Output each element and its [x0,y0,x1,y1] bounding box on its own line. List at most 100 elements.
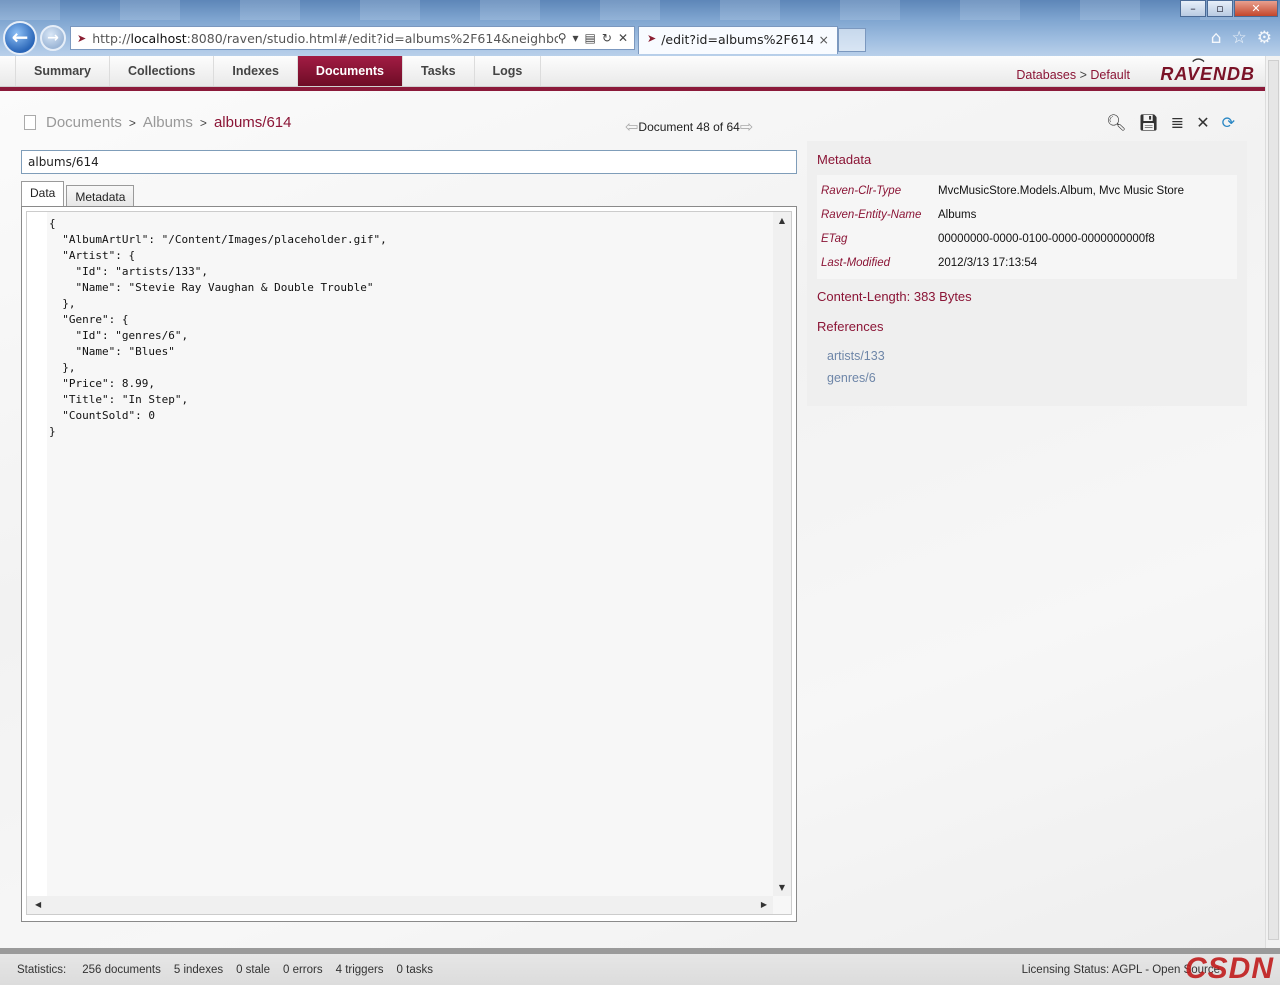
tools-gear-icon[interactable]: ⚙ [1257,28,1272,48]
search-icon[interactable]: ⚲ [558,31,567,45]
metadata-key: Raven-Entity-Name [821,209,922,221]
content-length: Content-Length: 383 Bytes [817,289,972,304]
scroll-down-icon[interactable]: ▼ [773,883,791,892]
metadata-key: Last-Modified [821,257,891,269]
scroll-up-icon[interactable]: ▲ [773,216,791,225]
json-code[interactable]: { "AlbumArtUrl": "/Content/Images/placeh… [49,216,769,440]
document-pager: ⇦ Document 48 of 64 ⇨ [625,117,753,137]
reformat-icon[interactable]: ≣ [1171,113,1184,132]
scroll-left-icon[interactable]: ◀ [35,900,41,909]
metadata-row: Last-Modified 2012/3/13 17:13:54 [821,251,1233,275]
metadata-row: Raven-Entity-Name Albums [821,203,1233,227]
document-editor-page: Documents > Albums > albums/614 ⇦ Docume… [0,91,1265,948]
refresh-icon[interactable]: ↻ [602,31,612,45]
reference-link[interactable]: genres/6 [827,371,876,385]
forward-arrow-icon: → [47,30,59,46]
page-vertical-scrollbar[interactable] [1265,56,1280,948]
search-icon[interactable]: 🔍︎ [1106,113,1126,132]
raven-favicon-icon: ➤ [77,31,87,45]
references-title: References [817,319,884,334]
watermark-logo: CSDN [1184,952,1274,985]
stat-documents: 256 documents [82,964,161,976]
document-subtabs: Data Metadata [21,181,136,207]
tab-documents[interactable]: Documents [296,56,402,86]
breadcrumb-documents[interactable]: Documents [46,114,122,131]
raven-bird-icon: ⌒ [1192,58,1206,72]
scroll-right-icon[interactable]: ▶ [761,900,767,909]
tab-tasks[interactable]: Tasks [402,56,474,86]
breadcrumb-sep: > [128,115,136,130]
save-icon[interactable]: 💾︎ [1138,113,1158,132]
tab-favicon-icon: ➤ [647,32,657,45]
tab-logs[interactable]: Logs [473,56,542,86]
browser-toolbar-icons: ⌂ ☆ ⚙ [1211,28,1272,48]
maximize-button[interactable]: ▫ [1207,0,1233,17]
document-toolbar: 🔍︎ 💾︎ ≣ ✕ ⟳ [1106,113,1235,132]
previous-document-arrow-icon[interactable]: ⇦ [625,117,638,137]
back-arrow-icon: ← [11,25,29,49]
document-position: Document 48 of 64 [638,120,740,134]
metadata-title: Metadata [817,152,872,167]
metadata-key: ETag [821,233,848,245]
json-editor[interactable]: { "AlbumArtUrl": "/Content/Images/placeh… [26,211,792,915]
delete-icon[interactable]: ✕ [1196,113,1209,132]
dropdown-chevron-icon[interactable]: ▾ [573,31,579,45]
minimize-button[interactable]: – [1180,0,1206,17]
studio-nav-bar: Summary Collections Indexes Documents Ta… [0,56,1265,87]
back-button[interactable]: ← [3,21,37,55]
database-breadcrumb: Databases > Default [1016,68,1130,82]
database-name-link[interactable]: Default [1090,68,1130,82]
database-crumb-sep: > [1079,68,1087,82]
reference-link[interactable]: artists/133 [827,349,885,363]
metadata-value: 00000000-0000-0100-0000-0000000000f8 [938,233,1155,245]
stat-tasks: 0 tasks [396,964,433,976]
url-text[interactable]: http://localhost:8080/raven/studio.html#… [92,31,557,46]
tab-data[interactable]: Data [21,181,65,207]
refresh-icon[interactable]: ⟳ [1222,113,1235,132]
editor-horizontal-scrollbar[interactable]: ◀ ▶ [27,896,773,914]
close-window-button[interactable]: ✕ [1234,0,1278,17]
stat-errors: 0 errors [282,964,323,976]
browser-tab-close-icon[interactable]: × [819,32,829,49]
stat-triggers: 4 triggers [335,964,384,976]
page-scroll-thumb[interactable] [1268,60,1279,940]
statistics: Statistics: 256 documents 5 indexes 0 st… [17,964,433,976]
metadata-row: Raven-Clr-Type MvcMusicStore.Models.Albu… [821,179,1233,203]
metadata-panel: Metadata Raven-Clr-Type MvcMusicStore.Mo… [807,141,1247,406]
tab-metadata[interactable]: Metadata [66,185,135,207]
editor-frame: { "AlbumArtUrl": "/Content/Images/placeh… [21,206,797,922]
next-document-arrow-icon[interactable]: ⇨ [740,117,753,137]
breadcrumb-sep: > [199,115,207,130]
tab-summary[interactable]: Summary [15,56,109,86]
forward-button[interactable]: → [40,25,66,51]
home-icon[interactable]: ⌂ [1211,28,1222,48]
chrome-background [0,0,1280,20]
ravendb-logo: ⌒ RAVENDB [1160,58,1255,85]
stop-icon[interactable]: ✕ [618,31,628,45]
document-key-input[interactable]: albums/614 [21,150,797,174]
statistics-label: Statistics: [17,964,67,976]
editor-vertical-scrollbar[interactable]: ▲ ▼ [773,212,791,896]
databases-link[interactable]: Databases [1016,68,1076,82]
compat-view-icon[interactable]: ▤ [585,31,596,45]
browser-chrome: – ▫ ✕ ← → ➤ http://localhost:8080/raven/… [0,0,1280,56]
metadata-row: ETag 00000000-0000-0100-0000-0000000000f… [821,227,1233,251]
tab-indexes[interactable]: Indexes [213,56,297,86]
browser-tab[interactable]: ➤ /edit?id=albums%2F614... × [638,26,838,54]
breadcrumb: Documents > Albums > albums/614 [24,114,292,131]
browser-tab-title: /edit?id=albums%2F614... [661,32,813,47]
metadata-value: 2012/3/13 17:13:54 [938,257,1038,269]
new-tab-button[interactable] [838,28,866,52]
address-bar[interactable]: ➤ http://localhost:8080/raven/studio.htm… [70,26,635,50]
document-icon [24,115,36,130]
metadata-table: Raven-Clr-Type MvcMusicStore.Models.Albu… [817,175,1237,279]
studio-tabs: Summary Collections Indexes Documents Ta… [15,56,542,86]
window-controls: – ▫ ✕ [1179,0,1278,17]
stat-stale: 0 stale [236,964,270,976]
favorites-star-icon[interactable]: ☆ [1232,28,1247,48]
logo-text: RAVENDB [1160,64,1255,84]
breadcrumb-collection[interactable]: Albums [143,114,193,131]
metadata-value: MvcMusicStore.Models.Album, Mvc Music St… [938,185,1185,197]
editor-gutter [27,212,47,896]
tab-collections[interactable]: Collections [108,56,213,86]
